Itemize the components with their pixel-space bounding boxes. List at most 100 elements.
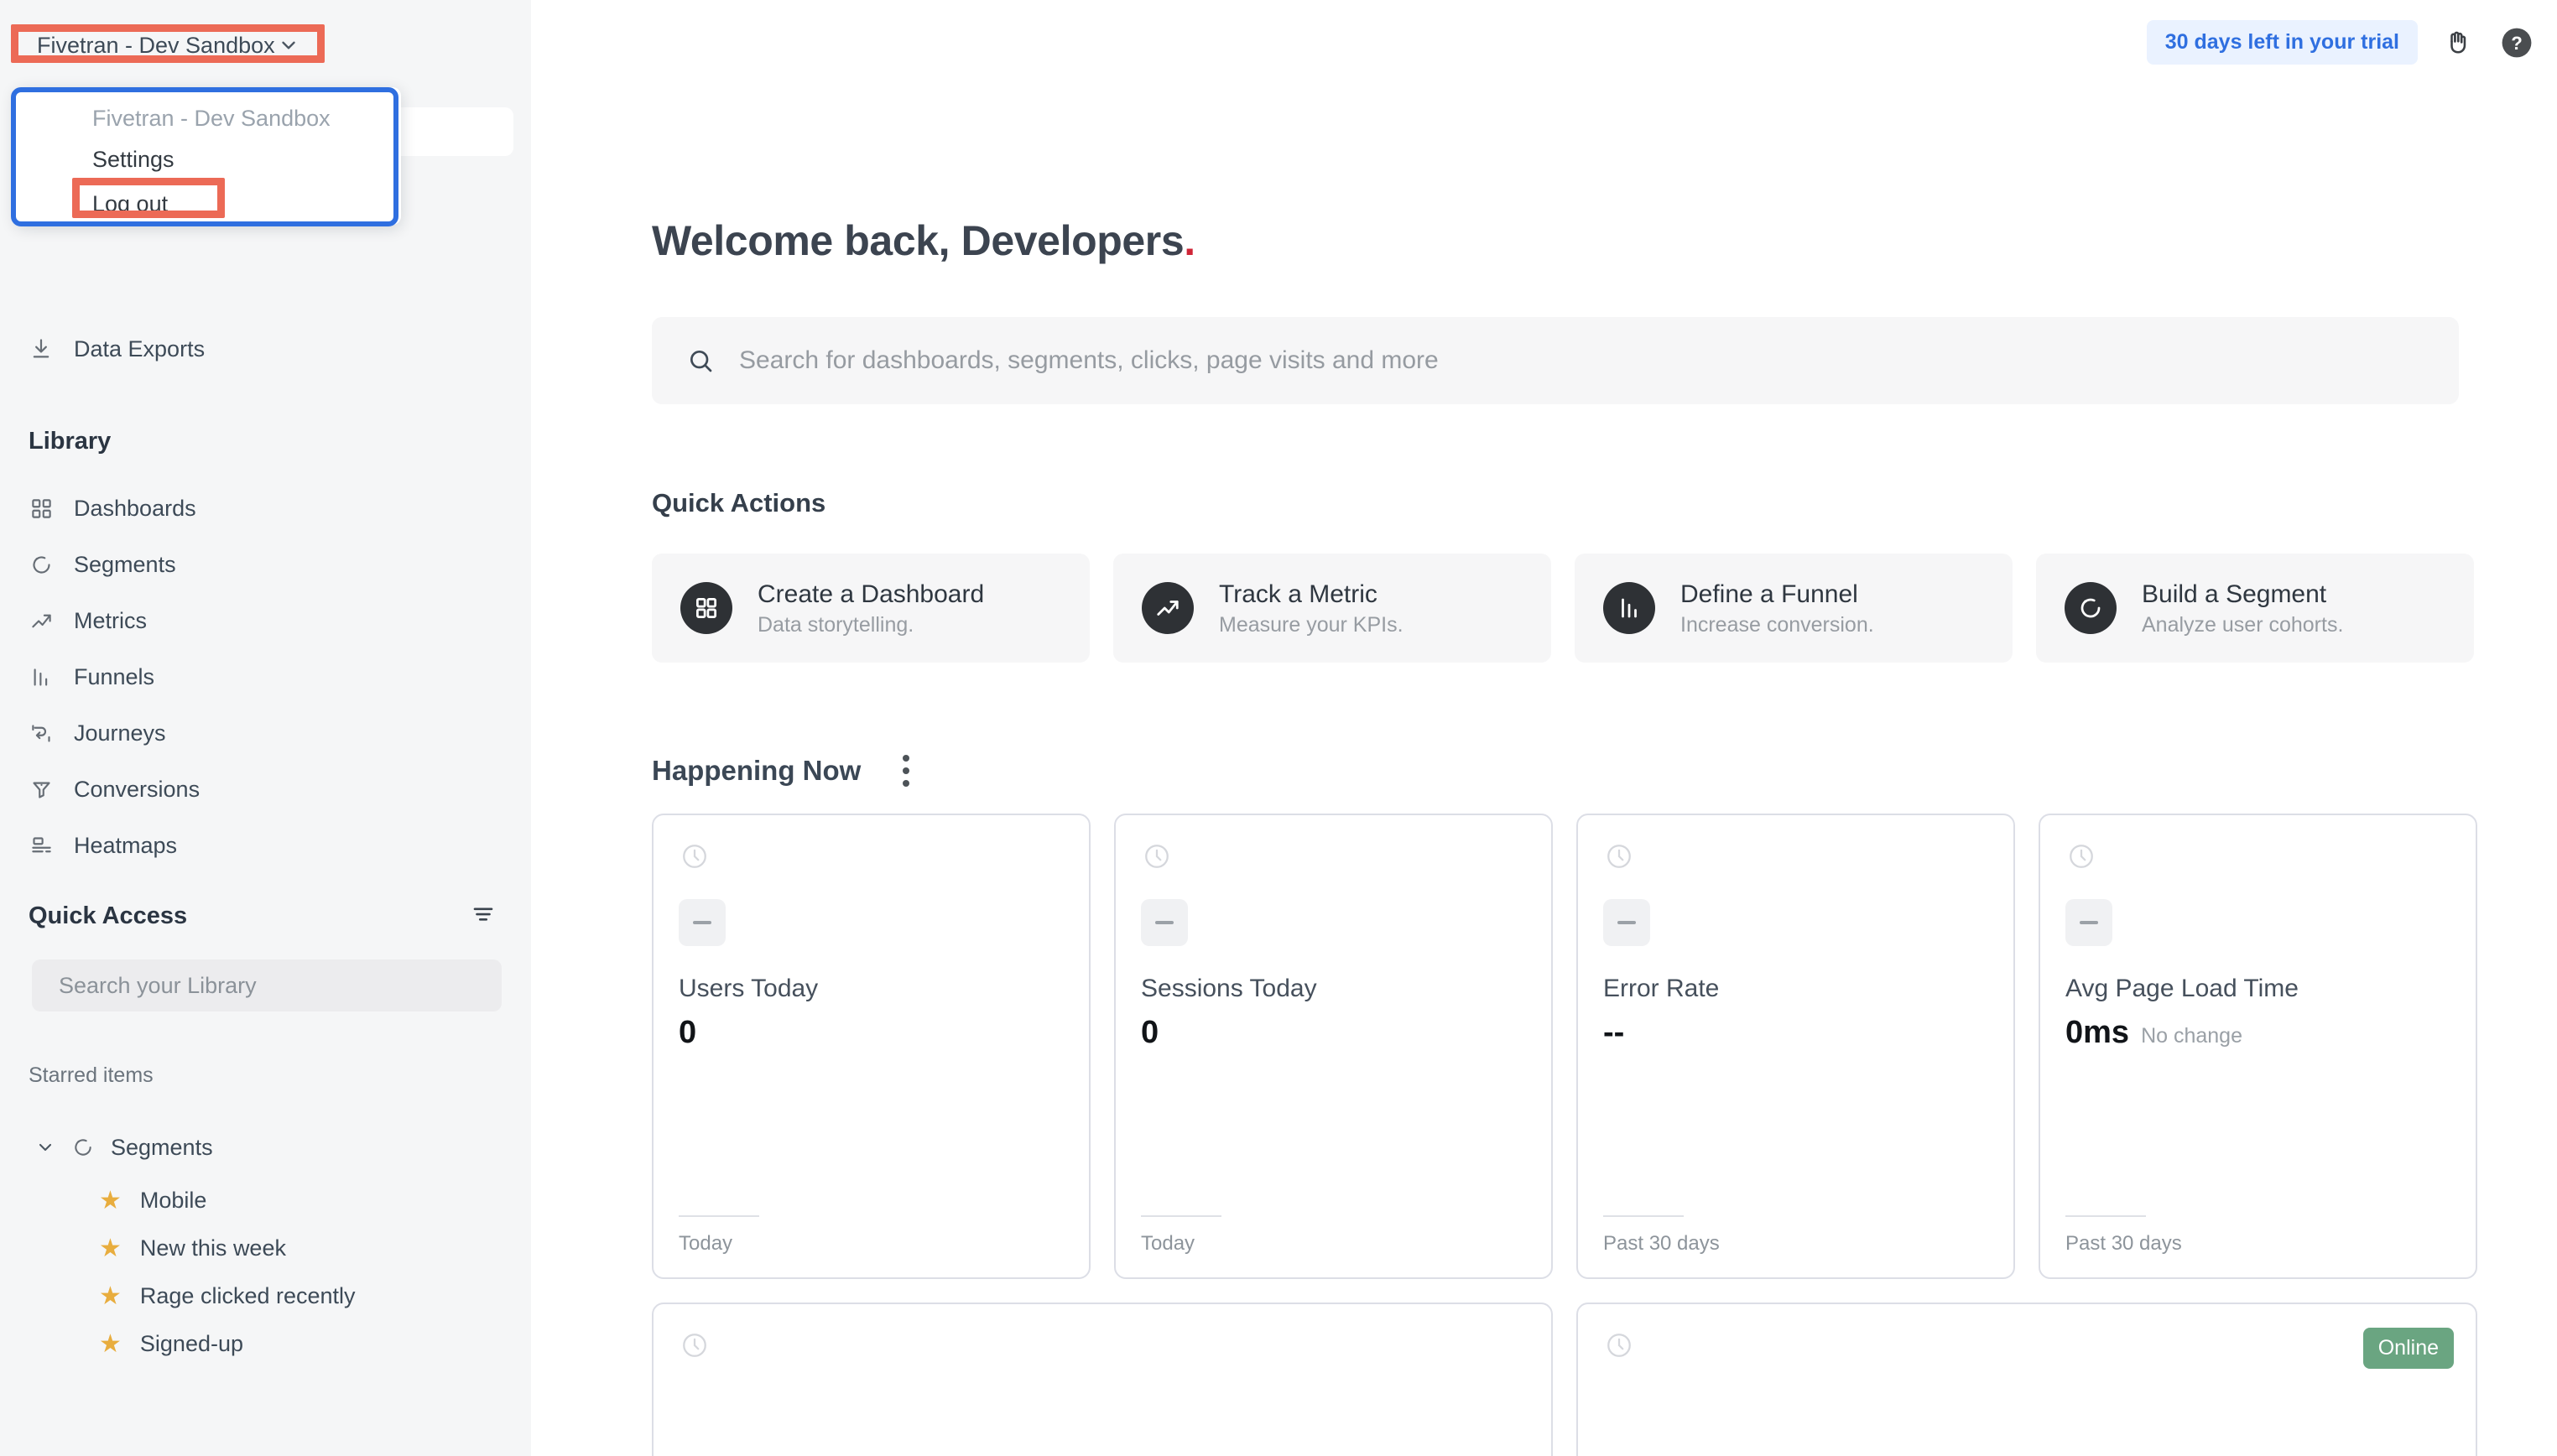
stat-card-row2-right[interactable]: Online — [1576, 1303, 2477, 1456]
grid-icon — [680, 582, 732, 634]
grid-icon — [29, 496, 54, 521]
help-circle-icon[interactable]: ? — [2498, 24, 2535, 61]
bar-chart-icon — [29, 664, 54, 689]
quick-action-text: Define a Funnel Increase conversion. — [1680, 579, 1874, 638]
starred-group-label: Segments — [111, 1134, 213, 1160]
stat-value-row: 0 — [679, 1015, 708, 1051]
stat-card-avg-page-load-time[interactable]: Avg Page Load Time 0ms No change Past 30… — [2039, 814, 2477, 1279]
sidebar-item-label: Funnels — [74, 663, 155, 689]
sidebar-item-metrics[interactable]: Metrics — [0, 597, 531, 644]
org-dropdown-menu: Fivetran - Dev Sandbox Settings Log out — [15, 87, 401, 225]
dash-icon — [1141, 899, 1188, 946]
quick-action-track-a-metric[interactable]: Track a Metric Measure your KPIs. — [1113, 554, 1551, 663]
segment-circle-icon — [2065, 582, 2117, 634]
page-title: Welcome back, Developers. — [652, 216, 2557, 265]
org-selector[interactable]: Fivetran - Dev Sandbox — [18, 23, 316, 67]
starred-group-segments[interactable]: Segments — [0, 1124, 531, 1171]
quick-action-title: Create a Dashboard — [758, 580, 985, 608]
quick-action-define-a-funnel[interactable]: Define a Funnel Increase conversion. — [1575, 554, 2013, 663]
sidebar: Fivetran - Dev Sandbox Fivetran - Dev Sa… — [0, 0, 531, 1456]
starred-item-rage-clicked-recently[interactable]: ★ Rage clicked recently — [0, 1272, 531, 1320]
sidebar-item-heatmaps[interactable]: Heatmaps — [0, 822, 531, 869]
sidebar-item-journeys[interactable]: Journeys — [0, 710, 531, 757]
stat-value: 0 — [1141, 1015, 1159, 1050]
star-icon: ★ — [99, 1282, 122, 1310]
stat-label: Error Rate — [1603, 975, 1720, 1002]
sidebar-item-label: Metrics — [74, 607, 147, 633]
quick-action-subtitle: Measure your KPIs. — [1219, 613, 1403, 637]
journeys-icon — [29, 720, 54, 746]
clock-icon — [680, 842, 709, 875]
quick-action-text: Create a Dashboard Data storytelling. — [758, 579, 984, 638]
app-root: Fivetran - Dev Sandbox Fivetran - Dev Sa… — [0, 0, 2557, 1456]
dash-icon — [2065, 899, 2112, 946]
funnel-icon — [29, 777, 54, 802]
stat-card-row2-left[interactable] — [652, 1303, 1553, 1456]
stat-footer: Past 30 days — [1603, 1232, 1720, 1255]
kebab-menu-icon[interactable] — [898, 750, 914, 792]
starred-item-label: Signed-up — [139, 1331, 244, 1356]
clock-icon — [680, 1331, 709, 1364]
quick-action-build-a-segment[interactable]: Build a Segment Analyze user cohorts. — [2036, 554, 2474, 663]
trial-badge[interactable]: 30 days left in your trial — [2146, 20, 2418, 65]
sidebar-item-label: Heatmaps — [74, 832, 178, 858]
search-icon — [687, 347, 714, 374]
top-bar: 30 days left in your trial ? — [2146, 20, 2535, 65]
chevron-down-icon — [278, 34, 299, 56]
divider — [1141, 1215, 1221, 1217]
happening-now-grid: Users Today 0 Today Sessions Today 0 Tod… — [652, 814, 2557, 1279]
org-selector-label: Fivetran - Dev Sandbox — [37, 32, 275, 58]
stat-card-error-rate[interactable]: Error Rate -- Past 30 days — [1576, 814, 2015, 1279]
stat-label: Sessions Today — [1141, 975, 1317, 1002]
starred-item-signed-up[interactable]: ★ Signed-up — [0, 1320, 531, 1368]
stat-card-sessions-today[interactable]: Sessions Today 0 Today — [1114, 814, 1553, 1279]
stat-value: 0 — [679, 1015, 697, 1050]
divider — [679, 1215, 759, 1217]
org-menu-item-logout[interactable]: Log out — [15, 173, 401, 217]
sidebar-item-label: Data Exports — [74, 335, 206, 361]
clock-icon — [1605, 1331, 1633, 1364]
filter-icon[interactable] — [471, 902, 496, 931]
library-search-placeholder: Search your Library — [59, 972, 257, 998]
sidebar-item-funnels[interactable]: Funnels — [0, 653, 531, 700]
divider — [1603, 1215, 1684, 1217]
starred-item-new-this-week[interactable]: ★ New this week — [0, 1225, 531, 1272]
starred-item-label: Rage clicked recently — [139, 1283, 356, 1308]
segment-circle-icon — [72, 1136, 94, 1158]
clock-icon — [1143, 842, 1171, 875]
chevron-down-icon[interactable] — [35, 1137, 55, 1157]
starred-item-label: New this week — [139, 1235, 286, 1261]
divider — [2065, 1215, 2146, 1217]
hand-cursor-icon[interactable] — [2440, 24, 2476, 61]
global-search-input[interactable]: Search for dashboards, segments, clicks,… — [652, 317, 2459, 404]
stat-card-users-today[interactable]: Users Today 0 Today — [652, 814, 1091, 1279]
sidebar-item-label: Conversions — [74, 776, 200, 802]
dash-icon — [1603, 899, 1650, 946]
heatmap-icon — [29, 833, 54, 858]
sidebar-item-dashboards[interactable]: Dashboards — [0, 485, 531, 532]
quick-actions-title: Quick Actions — [652, 488, 826, 517]
dash-icon — [679, 899, 726, 946]
stat-value-row: -- — [1603, 1015, 1636, 1051]
stat-footer: Past 30 days — [2065, 1232, 2182, 1255]
sidebar-item-conversions[interactable]: Conversions — [0, 766, 531, 813]
welcome-period: . — [1184, 217, 1195, 264]
library-search-input[interactable]: Search your Library — [32, 959, 502, 1011]
sidebar-item-segments[interactable]: Segments — [0, 541, 531, 588]
quick-action-subtitle: Data storytelling. — [758, 613, 914, 637]
starred-item-mobile[interactable]: ★ Mobile — [0, 1177, 531, 1225]
status-badge: Online — [2362, 1328, 2454, 1369]
page-content: Welcome back, Developers. Search for das… — [531, 0, 2557, 1456]
stat-footer: Today — [679, 1232, 733, 1255]
quick-action-subtitle: Analyze user cohorts. — [2142, 613, 2344, 637]
star-icon: ★ — [99, 1329, 122, 1358]
stat-value-row: 0 — [1141, 1015, 1170, 1051]
quick-action-create-a-dashboard[interactable]: Create a Dashboard Data storytelling. — [652, 554, 1090, 663]
starred-item-label: Mobile — [139, 1188, 207, 1213]
svg-text:?: ? — [2511, 32, 2523, 53]
org-menu-item-settings[interactable]: Settings — [15, 132, 401, 173]
sidebar-item-data-exports[interactable]: Data Exports — [0, 325, 531, 372]
segment-circle-icon — [29, 552, 54, 577]
clock-icon — [2067, 842, 2096, 875]
quick-action-title: Define a Funnel — [1680, 580, 1858, 608]
